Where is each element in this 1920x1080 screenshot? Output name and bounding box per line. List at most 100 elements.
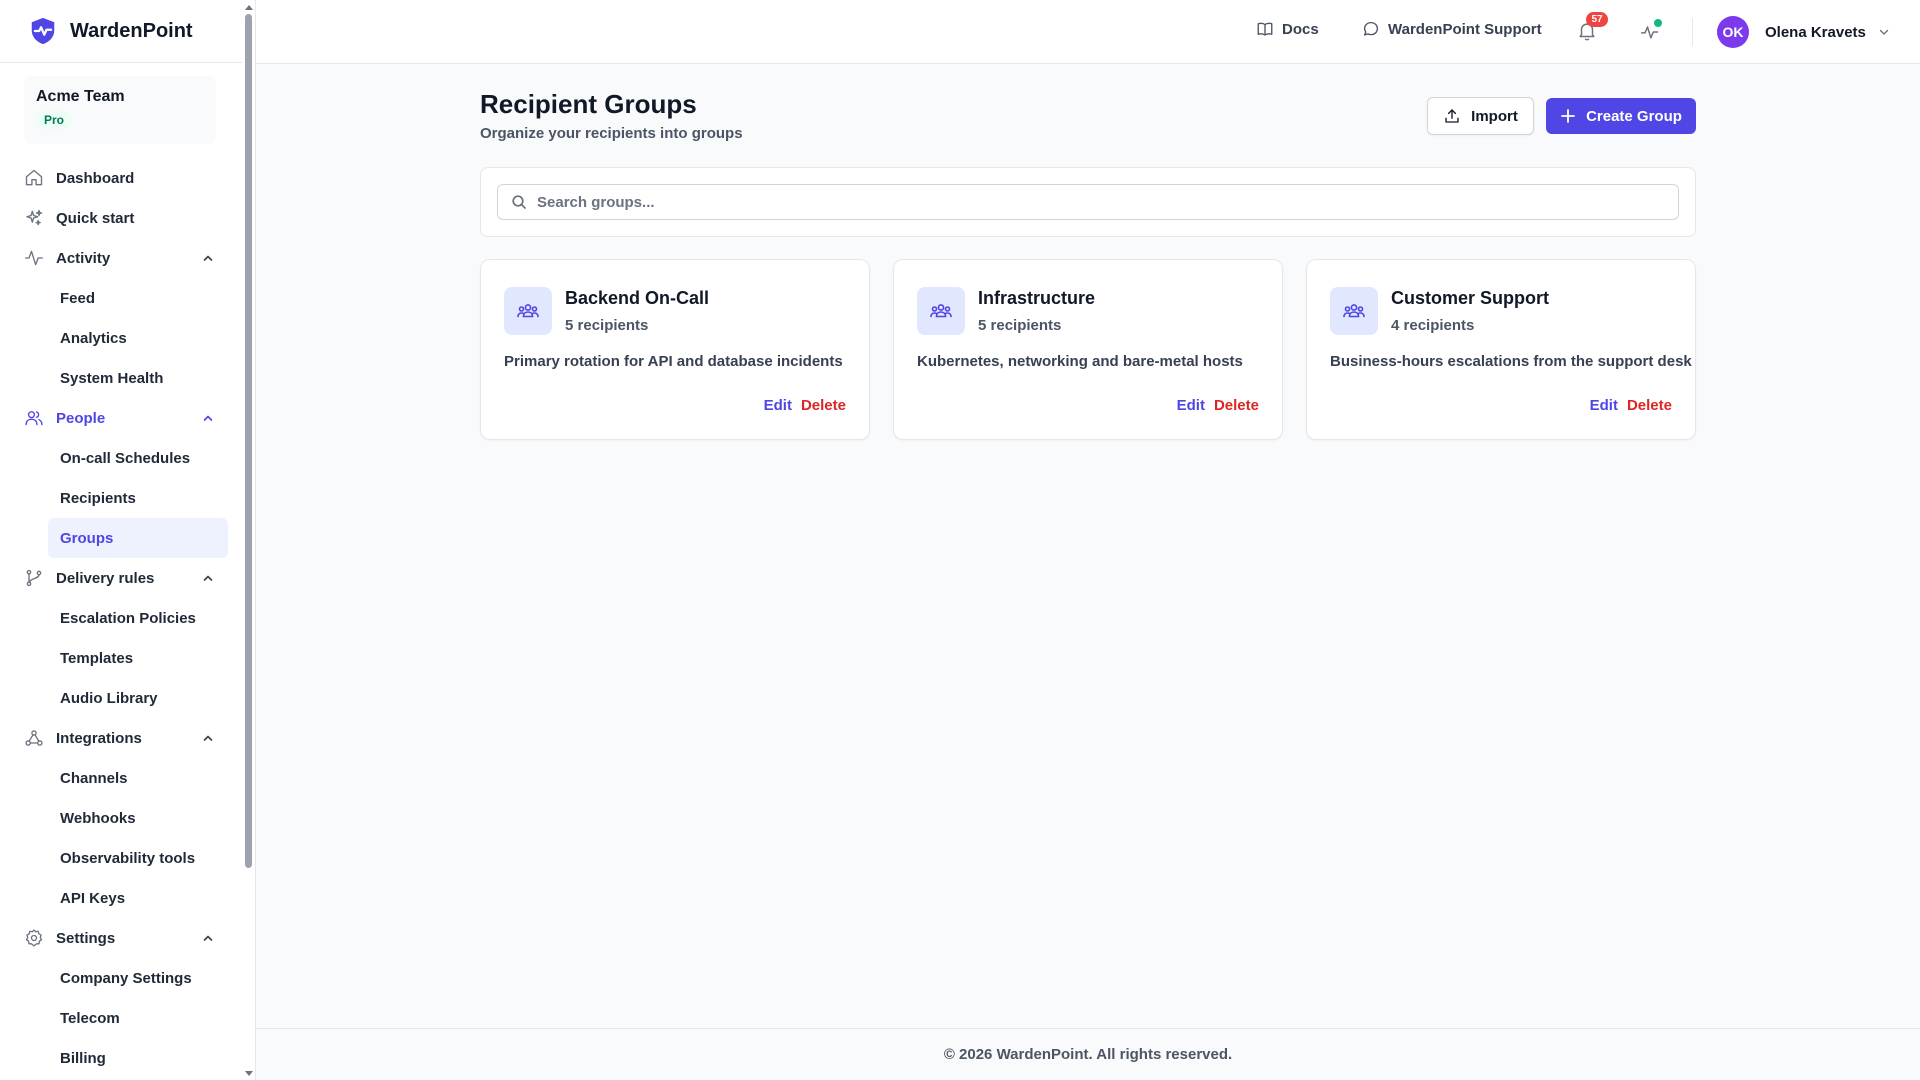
group-actions: Edit Delete (1590, 397, 1672, 414)
edit-group-link[interactable]: Edit (1590, 397, 1618, 414)
create-group-label: Create Group (1586, 107, 1682, 125)
sidebar-item-api-keys[interactable]: API Keys (48, 878, 228, 918)
scrollbar-thumb[interactable] (245, 14, 252, 868)
scroll-down-arrow-icon[interactable] (245, 1071, 253, 1076)
plan-badge: Pro (36, 111, 73, 129)
group-card: Backend On-Call 5 recipients Primary rot… (480, 259, 870, 440)
sidebar-item-label: Delivery rules (56, 569, 155, 587)
create-group-button[interactable]: Create Group (1546, 98, 1696, 134)
chevron-up-icon[interactable] (202, 932, 214, 944)
top-bar: Docs WardenPoint Support 57 OK Olena Kra… (256, 0, 1920, 64)
search-icon (512, 195, 526, 209)
group-card: Customer Support 4 recipients Business-h… (1306, 259, 1696, 440)
sidebar-item-channels[interactable]: Channels (48, 758, 228, 798)
sidebar-item-templates[interactable]: Templates (48, 638, 228, 678)
sidebar-item-integrations[interactable]: Integrations (0, 718, 255, 758)
sidebar-item-label: Quick start (56, 209, 135, 227)
gear-icon (25, 929, 43, 947)
page-subtitle: Organize your recipients into groups (480, 125, 743, 142)
docs-link[interactable]: Docs (1256, 20, 1319, 38)
edit-group-link[interactable]: Edit (764, 397, 792, 414)
group-icon-tile (504, 287, 552, 335)
group-description: Kubernetes, networking and bare-metal ho… (917, 353, 1243, 370)
group-actions: Edit Delete (764, 397, 846, 414)
sidebar-item-billing[interactable]: Billing (48, 1038, 228, 1078)
sidebar-item-activity[interactable]: Activity (0, 238, 255, 278)
chevron-up-icon[interactable] (202, 412, 214, 424)
sidebar-item-observability-tools[interactable]: Observability tools (48, 838, 228, 878)
search-panel (480, 167, 1696, 237)
sidebar-item-people[interactable]: People (0, 398, 255, 438)
group-icon (930, 304, 952, 318)
sidebar-scrollbar[interactable] (241, 0, 255, 1080)
copyright-text: © 2026 WardenPoint. All rights reserved. (943, 1046, 1233, 1063)
search-input[interactable] (537, 193, 1637, 211)
sidebar-item-escalation-policies[interactable]: Escalation Policies (48, 598, 228, 638)
status-indicator-dot (1654, 19, 1662, 27)
brand[interactable]: WardenPoint (0, 0, 242, 63)
group-name: Customer Support (1391, 288, 1550, 308)
delete-group-link[interactable]: Delete (1627, 397, 1672, 414)
webhook-icon (25, 730, 43, 746)
sidebar-item-analytics[interactable]: Analytics (48, 318, 228, 358)
group-name: Infrastructure (978, 288, 1096, 308)
git-branch-icon (26, 569, 42, 587)
team-switcher[interactable]: Acme Team Pro (24, 76, 216, 144)
sidebar-item-label: Activity (56, 249, 111, 267)
shield-pulse-logo-icon (31, 17, 55, 45)
upload-icon (1445, 109, 1459, 123)
chat-bubble-icon (1363, 21, 1379, 36)
activity-icon (25, 250, 43, 266)
group-icon (517, 304, 539, 318)
sidebar-item-label: People (56, 409, 106, 427)
page-title: Recipient Groups (480, 89, 697, 119)
group-description: Primary rotation for API and database in… (504, 353, 843, 370)
chevron-up-icon[interactable] (202, 572, 214, 584)
sparkles-icon (26, 209, 43, 226)
users-icon (25, 411, 43, 426)
search-box[interactable] (497, 184, 1679, 220)
book-icon (1257, 22, 1273, 36)
sidebar-item-label: Settings (56, 929, 116, 947)
delete-group-link[interactable]: Delete (1214, 397, 1259, 414)
sidebar-item-feed[interactable]: Feed (48, 278, 228, 318)
avatar: OK (1717, 16, 1749, 48)
user-name: Olena Kravets (1765, 23, 1866, 41)
docs-label: Docs (1282, 20, 1319, 38)
group-card: Infrastructure 5 recipients Kubernetes, … (893, 259, 1283, 440)
sidebar-item-telecom[interactable]: Telecom (48, 998, 228, 1038)
sidebar-item-audio-library[interactable]: Audio Library (48, 678, 228, 718)
group-actions: Edit Delete (1177, 397, 1259, 414)
scroll-up-arrow-icon[interactable] (245, 5, 253, 10)
chevron-up-icon[interactable] (202, 252, 214, 264)
import-button[interactable]: Import (1427, 97, 1534, 135)
chevron-down-icon (1879, 29, 1889, 35)
edit-group-link[interactable]: Edit (1177, 397, 1205, 414)
sidebar-item-quick-start[interactable]: Quick start (0, 198, 255, 238)
sidebar-item-dashboard[interactable]: Dashboard (0, 158, 255, 198)
chevron-up-icon[interactable] (202, 732, 214, 744)
team-name: Acme Team (36, 88, 125, 105)
delete-group-link[interactable]: Delete (801, 397, 846, 414)
group-description: Business-hours escalations from the supp… (1330, 353, 1692, 370)
sidebar-item-webhooks[interactable]: Webhooks (48, 798, 228, 838)
footer: © 2026 WardenPoint. All rights reserved. (256, 1028, 1920, 1080)
plus-icon (1561, 109, 1575, 123)
sidebar-item-recipients[interactable]: Recipients (48, 478, 228, 518)
group-recipient-count: 4 recipients (1391, 317, 1475, 334)
group-name: Backend On-Call (565, 288, 710, 308)
group-icon (1343, 304, 1365, 318)
user-menu[interactable]: OK Olena Kravets (1717, 16, 1890, 48)
support-link[interactable]: WardenPoint Support (1362, 20, 1542, 38)
sidebar-item-label: Integrations (56, 729, 142, 747)
group-icon-tile (1330, 287, 1378, 335)
sidebar-item-delivery-rules[interactable]: Delivery rules (0, 558, 255, 598)
sidebar-item-system-health[interactable]: System Health (48, 358, 228, 398)
sidebar-item-label: Dashboard (56, 169, 135, 187)
sidebar-item-groups[interactable]: Groups (48, 518, 228, 558)
sidebar-item-settings[interactable]: Settings (0, 918, 255, 958)
sidebar-item-company-settings[interactable]: Company Settings (48, 958, 228, 998)
sidebar-item-on-call-schedules[interactable]: On-call Schedules (48, 438, 228, 478)
home-icon (25, 169, 43, 186)
sidebar-nav: Dashboard Quick start Activity Feed Anal… (0, 158, 255, 1078)
